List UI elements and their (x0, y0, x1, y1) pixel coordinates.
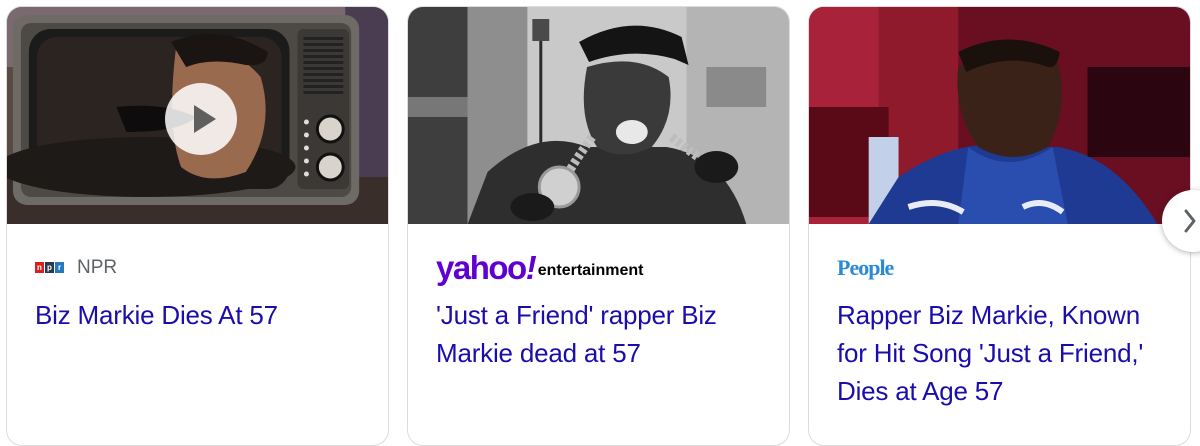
yahoo-logo-word: yahoo (436, 249, 527, 286)
article-thumbnail (809, 7, 1190, 224)
yahoo-entertainment-logo: yahoo ! entertainment (436, 249, 644, 286)
yahoo-logo-sub: entertainment (537, 262, 644, 279)
people-logo: People (837, 255, 894, 280)
rapper-portrait-image (809, 7, 1190, 224)
headline-link[interactable]: Rapper Biz Markie, Known for Hit Song 'J… (837, 296, 1166, 410)
npr-logo: n p r (35, 262, 65, 274)
source-row: People (837, 254, 1170, 282)
news-card-people[interactable]: People Rapper Biz Markie, Known for Hit … (808, 6, 1191, 446)
chevron-right-icon (1184, 209, 1196, 233)
source-row: yahoo ! entertainment (436, 249, 769, 286)
article-thumbnail (408, 7, 789, 224)
news-card-yahoo[interactable]: yahoo ! entertainment 'Just a Friend' ra… (407, 6, 790, 446)
play-button[interactable] (165, 83, 237, 155)
headline-link[interactable]: Biz Markie Dies At 57 (35, 296, 364, 334)
source-name: NPR (77, 257, 118, 278)
play-icon (194, 105, 216, 133)
npr-logo-p: p (45, 262, 54, 273)
news-card-npr[interactable]: n p r NPR Biz Markie Dies At 57 (6, 6, 389, 446)
npr-logo-n: n (35, 262, 44, 273)
npr-logo-r: r (55, 262, 64, 273)
rapper-photo-image (408, 7, 789, 224)
carousel-next-button[interactable] (1162, 190, 1200, 252)
headline-link[interactable]: 'Just a Friend' rapper Biz Markie dead a… (436, 296, 765, 372)
video-thumbnail[interactable] (7, 7, 388, 224)
source-row: n p r NPR (35, 254, 368, 282)
yahoo-logo-mark: ! (525, 249, 537, 286)
